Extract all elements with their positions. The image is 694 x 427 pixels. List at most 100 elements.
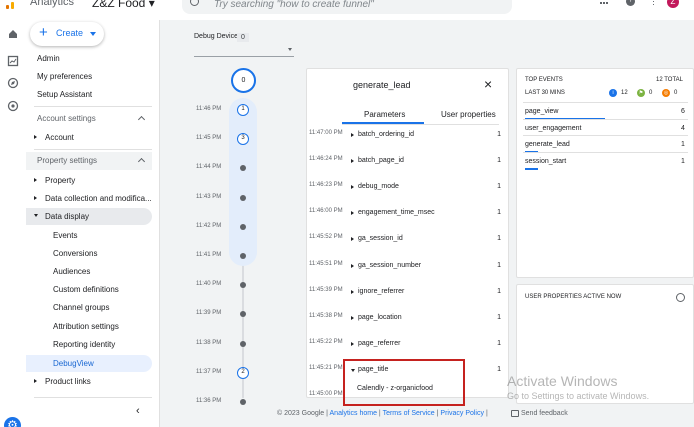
conversion-flag-icon: ⚑ [637, 89, 645, 97]
terms-link[interactable]: Terms of Service [383, 410, 435, 417]
nav-admin[interactable]: Admin [26, 50, 152, 67]
timeline-dot[interactable] [240, 253, 246, 259]
parameter-row[interactable]: ga_session_id 1 [351, 235, 501, 245]
nav-property[interactable]: Property [26, 172, 152, 189]
row-divider [523, 102, 688, 103]
expand-arrow-icon [351, 315, 354, 320]
event-time[interactable]: 11:45:52 PM [309, 234, 343, 240]
nav-debugview[interactable]: DebugView [26, 355, 152, 372]
account-selector[interactable]: Z&Z Food ▾ [92, 0, 155, 10]
top-event-bar [525, 168, 539, 170]
divider [34, 149, 152, 150]
top-events-title: TOP EVENTS [525, 77, 563, 83]
parameter-row[interactable]: ga_session_number 1 [351, 262, 501, 272]
tab-parameters[interactable]: Parameters [364, 110, 405, 119]
account-settings-header[interactable]: Account settings [26, 110, 152, 128]
explore-icon[interactable] [7, 77, 19, 89]
nav-my-preferences[interactable]: My preferences [26, 68, 152, 85]
caret-down-icon: ▾ [148, 0, 155, 10]
timeline-time: 11:39 PM [196, 310, 222, 317]
event-time[interactable]: 11:47:00 PM [309, 130, 343, 136]
nav-custom-definitions[interactable]: Custom definitions [26, 281, 152, 298]
nav-channel-groups[interactable]: Channel groups [26, 299, 152, 316]
nav-reporting-identity[interactable]: Reporting identity [26, 336, 152, 353]
top-event-name[interactable]: page_view [525, 108, 558, 115]
nav-conversions[interactable]: Conversions [26, 245, 152, 262]
expand-arrow-icon [351, 341, 354, 346]
property-settings-header[interactable]: Property settings [26, 152, 152, 170]
app-title[interactable]: Analytics [30, 0, 74, 8]
nav-product-links[interactable]: Product links [26, 373, 152, 390]
apps-grid-icon[interactable] [600, 0, 610, 5]
parameter-row[interactable]: batch_page_id 1 [351, 157, 501, 167]
avatar[interactable]: Z [667, 0, 679, 8]
parameter-row[interactable]: batch_ordering_id 1 [351, 131, 501, 141]
parameter-count: 1 [497, 209, 501, 217]
nav-account[interactable]: Account [26, 129, 152, 146]
more-vert-icon[interactable]: ⋮ [649, 0, 658, 7]
collapse-sidebar-button[interactable]: ‹ [136, 405, 140, 417]
timeline-seconds-count[interactable]: 0 [231, 68, 256, 93]
timeline-event-count[interactable]: 1 [237, 104, 249, 116]
nav-setup-assistant[interactable]: Setup Assistant [26, 86, 152, 103]
nav-attribution-settings[interactable]: Attribution settings [26, 318, 152, 335]
tab-user-properties[interactable]: User properties [441, 110, 496, 119]
event-time[interactable]: 11:45:39 PM [309, 287, 343, 293]
home-icon[interactable] [7, 28, 19, 40]
timeline-dot[interactable] [240, 399, 246, 405]
search-input[interactable]: Try searching "how to create funnel" [214, 0, 374, 10]
expand-arrow-icon [351, 211, 354, 216]
advertising-icon[interactable] [7, 100, 19, 112]
timeline-dot[interactable] [240, 223, 246, 230]
parameter-row[interactable]: engagement_time_msec 1 [351, 209, 501, 219]
top-event-name[interactable]: user_engagement [525, 125, 581, 132]
event-title: generate_lead [353, 80, 411, 90]
expand-arrow-icon [351, 159, 354, 164]
event-time[interactable]: 11:46:24 PM [309, 156, 343, 162]
admin-gear-icon[interactable]: ⚙ [4, 417, 21, 427]
nav-data-collection[interactable]: Data collection and modifica... [26, 190, 152, 207]
timeline-dot[interactable] [240, 194, 246, 201]
parameter-row[interactable]: page_location 1 [351, 314, 501, 324]
event-time[interactable]: 11:45:38 PM [309, 313, 343, 319]
debug-device-select[interactable] [194, 56, 294, 57]
feedback-icon[interactable] [511, 410, 519, 417]
reports-icon[interactable] [7, 55, 19, 67]
copyright: © 2023 Google | [277, 410, 330, 417]
event-time[interactable]: 11:46:23 PM [309, 182, 343, 188]
top-event-name[interactable]: session_start [525, 158, 566, 165]
help-icon[interactable]: ? [626, 0, 635, 6]
send-feedback-button[interactable]: Send feedback [521, 410, 568, 417]
top-event-count: 1 [681, 158, 685, 166]
parameter-row[interactable]: page_referrer 1 [351, 340, 501, 350]
event-time[interactable]: 11:45:51 PM [309, 261, 343, 267]
history-icon[interactable] [676, 293, 685, 302]
nav-data-display[interactable]: Data display [26, 208, 152, 225]
timeline-dot[interactable] [240, 340, 246, 347]
timeline-dot[interactable] [240, 311, 246, 318]
divider [34, 397, 152, 398]
timeline-time: 11:37 PM [196, 368, 222, 375]
expand-arrow-icon [34, 379, 37, 383]
analytics-home-link[interactable]: Analytics home [330, 410, 377, 417]
caret-down-icon[interactable] [288, 48, 292, 51]
event-time[interactable]: 11:45:00 PM [309, 391, 343, 397]
event-time[interactable]: 11:45:22 PM [309, 339, 343, 345]
parameter-row[interactable]: debug_mode 1 [351, 183, 501, 193]
nav-audiences[interactable]: Audiences [26, 263, 152, 280]
nav-events[interactable]: Events [26, 227, 152, 244]
create-button[interactable]: + Create [30, 22, 104, 46]
analytics-logo-icon[interactable] [6, 0, 20, 9]
event-time[interactable]: 11:46:00 PM [309, 208, 343, 214]
plus-icon: + [39, 24, 48, 41]
parameter-name: ga_session_id [358, 235, 403, 243]
close-icon[interactable]: × [484, 76, 492, 92]
parameter-row[interactable]: ignore_referrer 1 [351, 288, 501, 298]
search-bar[interactable]: Try searching "how to create funnel" [182, 0, 512, 14]
event-time[interactable]: 11:45:21 PM [309, 365, 343, 371]
timeline-dot[interactable] [240, 282, 246, 289]
timeline-event-count[interactable]: 2 [237, 366, 249, 379]
badge-count: 0 [649, 90, 653, 96]
top-event-name[interactable]: generate_lead [525, 141, 570, 148]
privacy-link[interactable]: Privacy Policy [440, 410, 484, 417]
